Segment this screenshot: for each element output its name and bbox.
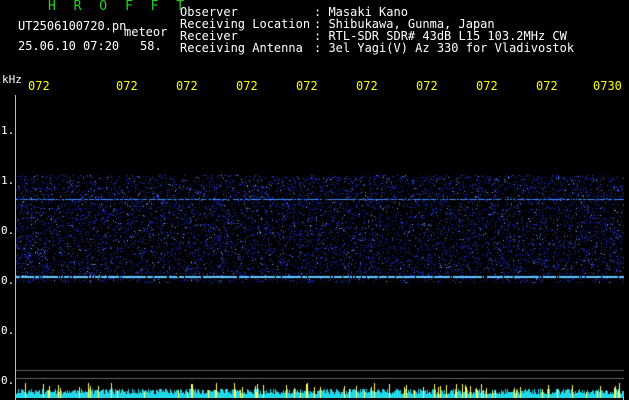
x-tick-label: 072 bbox=[176, 79, 198, 93]
x-tick-label: 072 bbox=[296, 79, 318, 93]
x-tick-label: 072 bbox=[28, 79, 50, 93]
x-tick-label: 072 bbox=[116, 79, 138, 93]
y-axis-unit: kHz bbox=[2, 73, 22, 86]
meteor-label: meteor bbox=[124, 25, 168, 39]
x-tick-label: 0730 bbox=[593, 79, 622, 93]
datetime-label: 25.06.10 07:20 bbox=[18, 39, 120, 53]
spectrogram-plot bbox=[16, 95, 624, 398]
x-tick-label: 072 bbox=[476, 79, 498, 93]
x-tick-label: 072 bbox=[356, 79, 378, 93]
x-tick-label: 072 bbox=[416, 79, 438, 93]
count-label: 58. bbox=[140, 39, 162, 53]
antenna-label: Receiving Antenna bbox=[180, 41, 303, 55]
spectrogram-canvas bbox=[16, 95, 624, 398]
filename-label: UT2506100720.pn bbox=[18, 19, 127, 33]
antenna-value: : 3el Yagi(V) Az 330 for Vladivostok bbox=[314, 41, 575, 55]
x-tick-label: 072 bbox=[536, 79, 558, 93]
x-tick-label: 072 bbox=[236, 79, 258, 93]
app-title: H R O F F T bbox=[48, 0, 190, 14]
